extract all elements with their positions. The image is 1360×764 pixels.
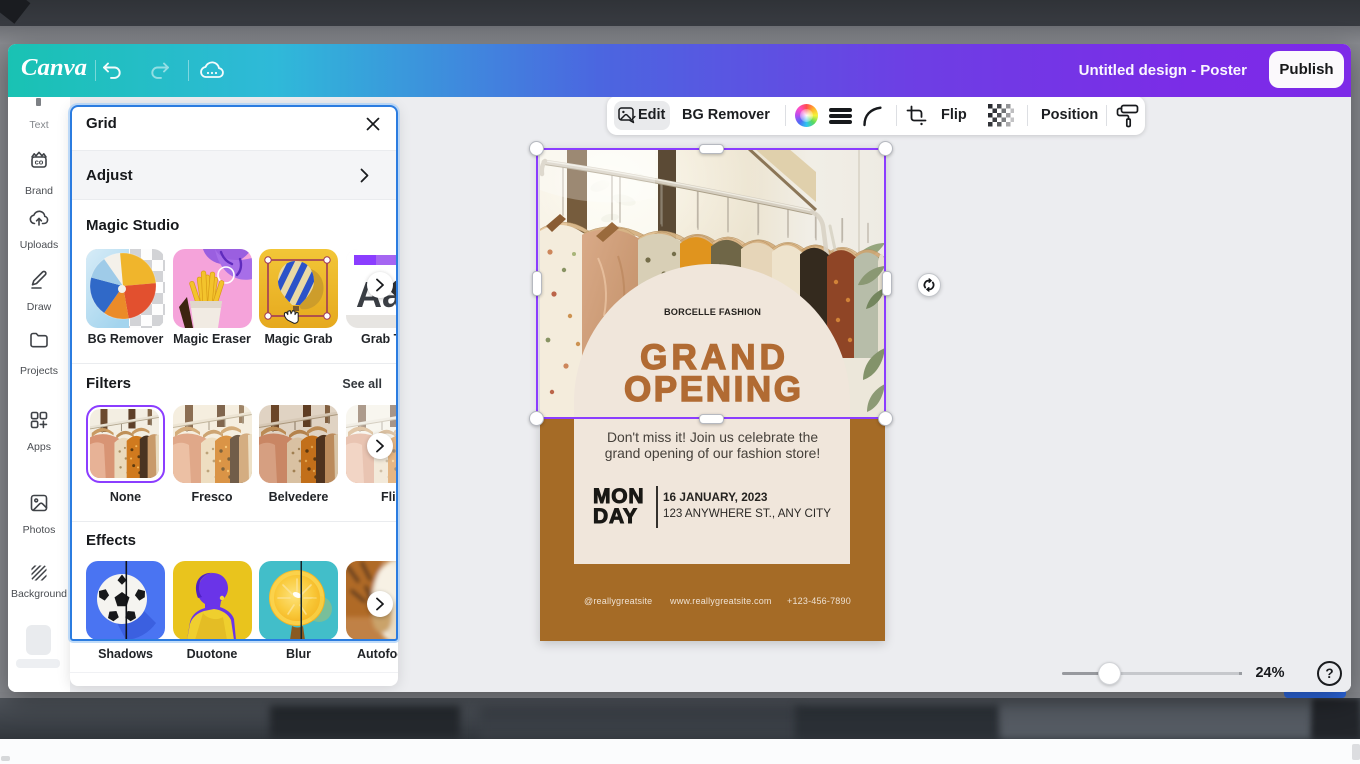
svg-text:co: co <box>35 158 44 167</box>
